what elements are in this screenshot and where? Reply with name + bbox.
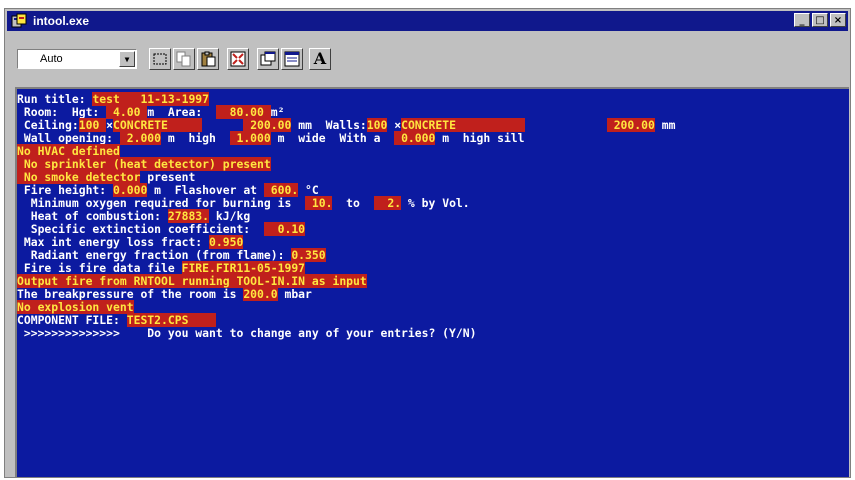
console-line: >>>>>>>>>>>>>> Do you want to change any… [17,326,477,340]
console-highlight: 100 [78,118,107,132]
window-controls: _ □ × [794,13,846,27]
console-text: m Area: [147,105,216,119]
console-text: Fire is fire data file [17,261,182,275]
console-text: m wide With a [270,131,395,145]
console-text: Radiant energy fraction (from flame): [17,248,292,262]
console-text: Run title: [17,92,93,106]
console-text: m Flashover at [147,183,264,197]
console-output[interactable]: Run title: test 11-13-1997 Room: Hgt: 4.… [15,87,849,477]
console-text: mm [654,118,676,132]
font-size-value: Auto [40,53,63,65]
console-text: >>>>>>>>>>>>>> Do you want to change any… [17,326,477,340]
title-bar[interactable]: intool.exe _ □ × [7,11,848,31]
console-highlight: 200.0 [243,287,278,301]
console-text: Room: Hgt: [17,105,107,119]
console-highlight: 1.000 [229,131,271,145]
console-text: Ceiling: [17,118,79,132]
font-button[interactable]: A [309,48,331,70]
console-highlight: 27883. [167,209,210,223]
console-highlight: 2.000 [119,131,162,145]
console-highlight: 0.000 [394,131,436,145]
console-highlight: CONCRETE [401,118,525,132]
console-highlight: test 11-13-1997 [92,92,210,106]
app-icon [11,13,27,29]
console-highlight: TEST2.CPS [126,313,216,327]
console-highlight: 2. [373,196,402,210]
console-highlight: No smoke detector [17,170,141,184]
console-text: mm Walls: [291,118,367,132]
mark-button[interactable] [149,48,171,70]
console-highlight: 4.00 [106,105,148,119]
console-text: kJ/kg [209,209,251,223]
maximize-button[interactable]: □ [812,13,828,27]
console-highlight: 100 [366,118,388,132]
console-text: to [332,196,374,210]
console-highlight: FIRE.FIR11-05-1997 [181,261,306,275]
background-button[interactable] [281,48,303,70]
properties-button[interactable] [257,48,279,70]
console-highlight: 0.950 [209,235,244,249]
chevron-down-icon[interactable]: ▼ [119,51,135,67]
console-highlight: 0.350 [291,248,326,262]
console-highlight: No sprinkler (heat detector) present [17,157,271,171]
copy-icon [176,51,191,67]
console-text: Heat of combustion: [17,209,168,223]
font-size-select[interactable]: Auto ▼ [17,49,137,69]
full-screen-icon [230,51,246,67]
console-text: m² [270,105,285,119]
console-highlight: 200.00 [606,118,655,132]
background-window-icon [284,51,300,67]
console-text: COMPONENT FILE: [17,313,127,327]
console-text: Specific extinction coefficient: [17,222,264,236]
app-window: intool.exe _ □ × Auto ▼ A Run title: tes… [4,8,851,478]
console-highlight: 200.00 [243,118,292,132]
toolbar: Auto ▼ A [7,45,848,75]
paste-button[interactable] [197,48,219,70]
paste-icon [201,51,216,67]
console-text: °C [298,183,319,197]
console-highlight: CONCRETE [113,118,203,132]
console-highlight: No HVAC defined [17,144,120,158]
console-highlight: No explosion vent [17,300,134,314]
console-text: Minimum oxygen required for burning is [17,196,306,210]
close-button[interactable]: × [830,13,846,27]
console-highlight: 80.00 [215,105,271,119]
console-highlight: 0.10 [263,222,306,236]
console-text: × [387,118,402,132]
console-text: % by Vol. [401,196,470,210]
console-text: m high sill [435,131,525,145]
console-text: mbar [277,287,312,301]
console-text: Fire height: [17,183,114,197]
console-text: present [140,170,196,184]
console-text: m high [161,131,230,145]
full-screen-button[interactable] [227,48,249,70]
console-text: × [106,118,114,132]
console-highlight: 0.000 [113,183,148,197]
console-text: The breakpressure of the room is [17,287,244,301]
properties-icon [260,51,276,66]
mark-icon [153,53,167,65]
console-text: Wall opening: [17,131,120,145]
console-highlight: 600. [263,183,299,197]
console-highlight: Output fire from RNTOOL running TOOL-IN.… [17,274,367,288]
window-title: intool.exe [33,14,90,28]
console-highlight: 10. [305,196,333,210]
console-text: Max int energy loss fract: [17,235,210,249]
minimize-button[interactable]: _ [794,13,810,27]
copy-button[interactable] [173,48,195,70]
